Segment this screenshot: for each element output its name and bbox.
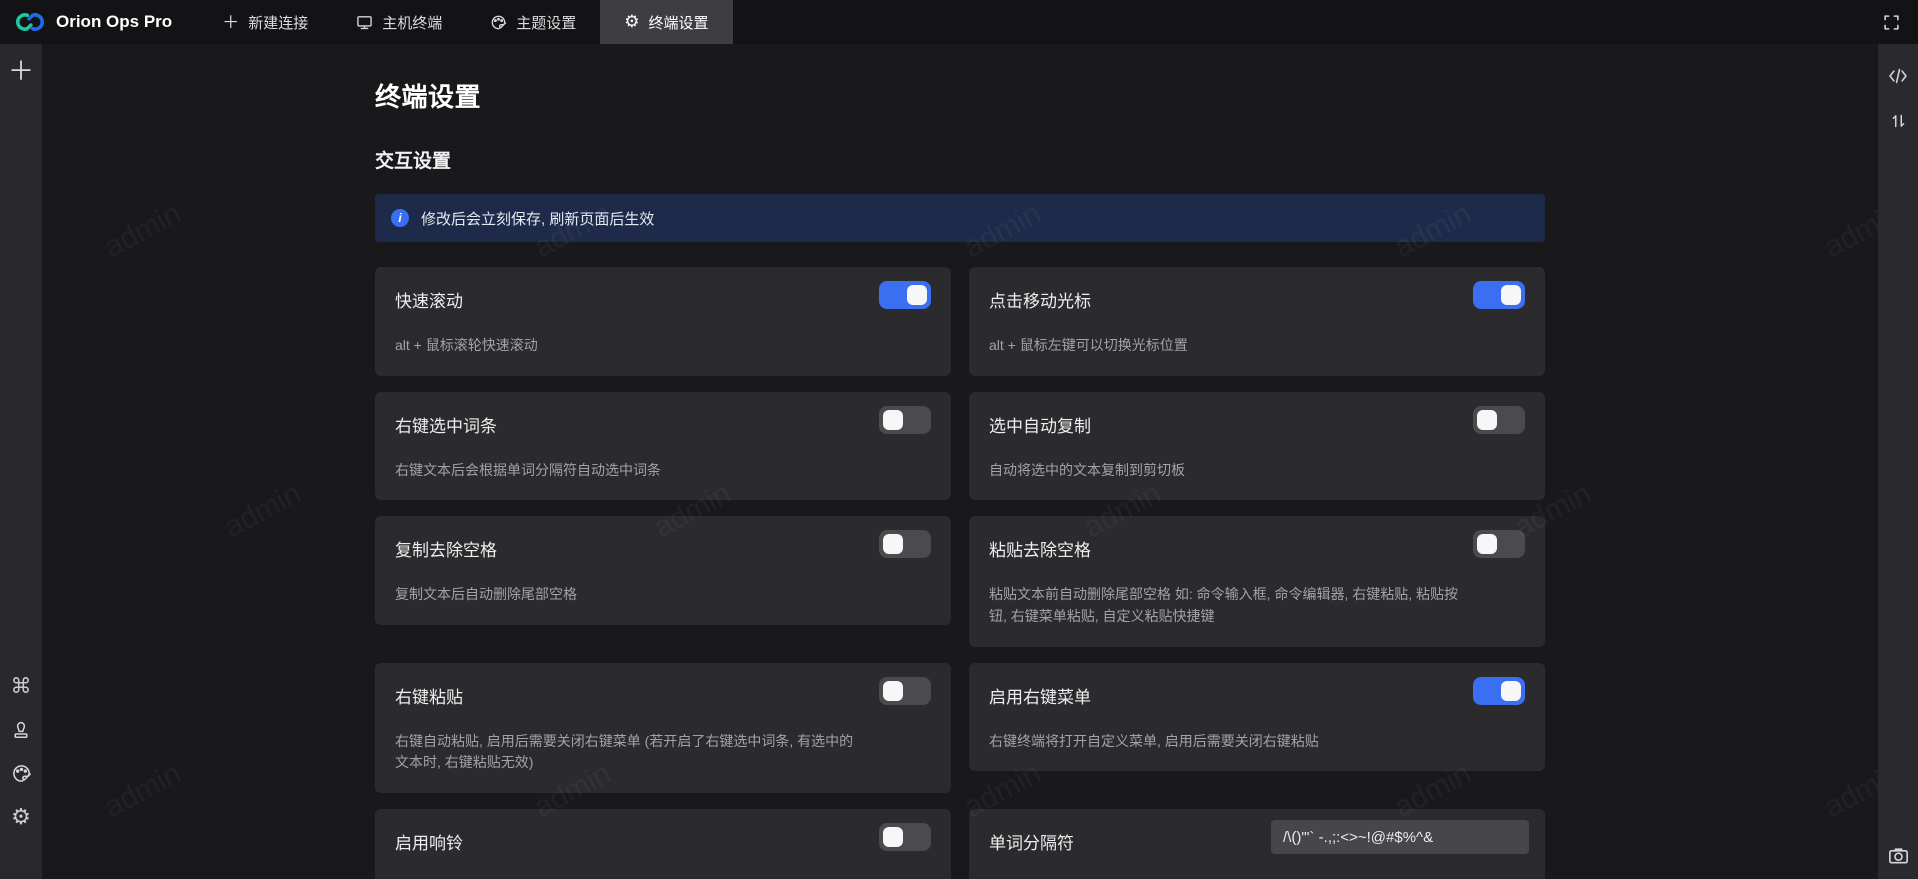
watermark-text: admin xyxy=(99,197,187,265)
setting-card-paste-trim: 粘贴去除空格 粘贴文本前自动删除尾部空格 如: 命令输入框, 命令编辑器, 右键… xyxy=(969,516,1545,646)
setting-card-rclick-paste: 右键粘贴 右键自动粘贴, 启用后需要关闭右键菜单 (若开启了右键选中词条, 有选… xyxy=(375,663,951,793)
tab-label: 终端设置 xyxy=(648,12,708,33)
palette-icon xyxy=(490,14,507,31)
brand: Orion Ops Pro xyxy=(0,0,198,44)
fullscreen-icon[interactable] xyxy=(1883,14,1900,31)
setting-card-fast-scroll: 快速滚动 alt + 鼠标滚轮快速滚动 xyxy=(375,267,951,376)
section-title: 交互设置 xyxy=(375,146,1545,173)
toggle-switch[interactable] xyxy=(1473,281,1525,309)
setting-title: 复制去除空格 xyxy=(395,533,931,561)
setting-title: 右键选中词条 xyxy=(395,409,931,437)
settings-gear-icon[interactable]: ⚙ xyxy=(11,807,31,829)
toggle-switch[interactable] xyxy=(879,406,931,434)
toggle-switch[interactable] xyxy=(879,677,931,705)
app-logo-icon xyxy=(14,11,46,33)
gear-icon: ⚙ xyxy=(624,14,639,31)
toggle-switch[interactable] xyxy=(879,530,931,558)
setting-desc: 右键终端将打开自定义菜单, 启用后需要关闭右键粘贴 xyxy=(989,731,1459,753)
tab-label: 新建连接 xyxy=(248,12,308,33)
add-icon[interactable]: ＋ xyxy=(8,58,34,84)
toggle-knob xyxy=(1477,534,1497,554)
setting-title: 启用右键菜单 xyxy=(989,680,1525,708)
setting-desc: 右键文本后会根据单词分隔符自动选中词条 xyxy=(395,460,865,482)
tab-terminal-settings[interactable]: ⚙ 终端设置 xyxy=(600,0,732,44)
setting-desc: 自动将选中的文本复制到剪切板 xyxy=(989,460,1459,482)
setting-title: 选中自动复制 xyxy=(989,409,1525,437)
setting-card-copy-trim: 复制去除空格 复制文本后自动删除尾部空格 xyxy=(375,516,951,625)
setting-desc: 右键自动粘贴, 启用后需要关闭右键菜单 (若开启了右键选中词条, 有选中的文本时… xyxy=(395,731,865,774)
screenshot-camera-icon[interactable] xyxy=(1888,846,1909,865)
left-sidebar: ＋ ⌘ ⚙ xyxy=(0,44,42,879)
setting-desc: alt + 鼠标左键可以切换光标位置 xyxy=(989,335,1459,357)
toggle-switch[interactable] xyxy=(1473,677,1525,705)
code-icon[interactable] xyxy=(1888,68,1908,84)
toggle-knob xyxy=(883,681,903,701)
app-title: Orion Ops Pro xyxy=(56,12,172,32)
toggle-knob xyxy=(1477,410,1497,430)
setting-title: 快速滚动 xyxy=(395,284,931,312)
top-bar: Orion Ops Pro ＋ 新建连接 主机终端 xyxy=(0,0,1918,44)
setting-title: 点击移动光标 xyxy=(989,284,1525,312)
setting-desc: 粘贴文本前自动删除尾部空格 如: 命令输入框, 命令编辑器, 右键粘贴, 粘贴按… xyxy=(989,584,1459,627)
right-sidebar xyxy=(1878,44,1918,879)
setting-title: 右键粘贴 xyxy=(395,680,931,708)
toggle-knob xyxy=(1501,681,1521,701)
toggle-knob xyxy=(907,285,927,305)
word-separator-input[interactable] xyxy=(1271,820,1529,854)
watermark-text: admin xyxy=(1819,757,1878,825)
setting-title: 启用响铃 xyxy=(395,826,931,854)
setting-desc: alt + 鼠标滚轮快速滚动 xyxy=(395,335,865,357)
toggle-switch[interactable] xyxy=(879,823,931,851)
tab-label: 主题设置 xyxy=(516,12,576,33)
setting-card-bell: 启用响铃 系统接收到\a时发出响铃 (一般不用开启) xyxy=(375,809,951,879)
toggle-knob xyxy=(883,534,903,554)
setting-card-click-move-cursor: 点击移动光标 alt + 鼠标左键可以切换光标位置 xyxy=(969,267,1545,376)
notice-text: 修改后会立刻保存, 刷新页面后生效 xyxy=(421,208,654,229)
main-content: adminadminadminadminadminadminadminadmin… xyxy=(42,44,1878,879)
setting-desc: 复制文本后自动删除尾部空格 xyxy=(395,584,865,606)
setting-card-rclick-select-word: 右键选中词条 右键文本后会根据单词分隔符自动选中词条 xyxy=(375,392,951,501)
toggle-knob xyxy=(1501,285,1521,305)
tab-new-connection[interactable]: ＋ 新建连接 xyxy=(198,0,332,44)
tab-theme-settings[interactable]: 主题设置 xyxy=(466,0,600,44)
watermark-text: admin xyxy=(99,757,187,825)
setting-card-auto-copy: 选中自动复制 自动将选中的文本复制到剪切板 xyxy=(969,392,1545,501)
plus-icon: ＋ xyxy=(222,14,239,31)
watermark-text: admin xyxy=(219,477,307,545)
toggle-knob xyxy=(883,827,903,847)
info-icon: i xyxy=(391,209,409,227)
theme-palette-icon[interactable] xyxy=(11,763,32,784)
setting-card-word-separator: 单词分隔符 xyxy=(969,809,1545,879)
toggle-knob xyxy=(883,410,903,430)
toggle-switch[interactable] xyxy=(879,281,931,309)
page-title: 终端设置 xyxy=(375,77,1545,114)
nav-tabs: ＋ 新建连接 主机终端 主题设置 xyxy=(198,0,732,44)
stamp-icon[interactable] xyxy=(11,720,31,740)
command-icon[interactable]: ⌘ xyxy=(11,676,32,697)
tab-label: 主机终端 xyxy=(382,12,442,33)
toggle-switch[interactable] xyxy=(1473,530,1525,558)
tab-host-terminal[interactable]: 主机终端 xyxy=(332,0,466,44)
setting-card-context-menu: 启用右键菜单 右键终端将打开自定义菜单, 启用后需要关闭右键粘贴 xyxy=(969,663,1545,772)
notice-banner: i 修改后会立刻保存, 刷新页面后生效 xyxy=(375,194,1545,242)
toggle-switch[interactable] xyxy=(1473,406,1525,434)
monitor-icon xyxy=(356,14,373,31)
watermark-text: admin xyxy=(1819,197,1878,265)
sort-arrows-icon[interactable] xyxy=(1890,112,1907,130)
setting-title: 粘贴去除空格 xyxy=(989,533,1525,561)
settings-grid: 快速滚动 alt + 鼠标滚轮快速滚动 点击移动光标 alt + 鼠标左键可以切… xyxy=(375,267,1545,879)
